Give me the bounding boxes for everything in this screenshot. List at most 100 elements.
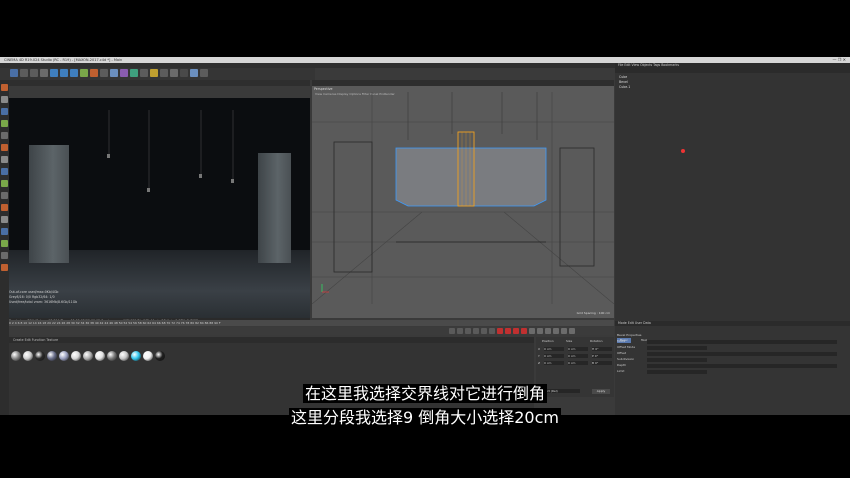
material-ball[interactable] — [59, 351, 69, 361]
playback-button[interactable] — [505, 328, 511, 334]
material-ball[interactable] — [119, 351, 129, 361]
timeline-ruler[interactable]: 0 2 4 6 8 10 12 14 16 18 20 22 24 26 28 … — [9, 320, 614, 326]
attribute-menu-text[interactable]: Mode Edit User Data — [618, 321, 651, 325]
tool-icon[interactable] — [1, 84, 8, 91]
toolbar-button[interactable] — [70, 69, 78, 77]
material-ball[interactable] — [83, 351, 93, 361]
tool-icon[interactable] — [1, 216, 8, 223]
tool-icon[interactable] — [1, 120, 8, 127]
hanging-lamp — [199, 174, 202, 178]
toolbar-button[interactable] — [190, 69, 198, 77]
hanging-lamp — [107, 154, 110, 158]
tool-icon[interactable] — [1, 180, 8, 187]
main-toolbar — [0, 68, 315, 80]
material-menu-text[interactable]: Create Edit Function Texture — [13, 338, 58, 342]
playback-button[interactable] — [521, 328, 527, 334]
toolbar-button[interactable] — [30, 69, 38, 77]
tool-icon[interactable] — [1, 192, 8, 199]
attribute-label: Offset Mode — [617, 345, 636, 349]
playback-button[interactable] — [537, 328, 543, 334]
toolbar-button[interactable] — [90, 69, 98, 77]
toolbar-button[interactable] — [40, 69, 48, 77]
playback-button[interactable] — [561, 328, 567, 334]
subtitle-text: 这里分段我选择9 倒角大小选择20cm — [288, 408, 561, 427]
playback-button[interactable] — [569, 328, 575, 334]
playback-button[interactable] — [545, 328, 551, 334]
toolbar-button[interactable] — [60, 69, 68, 77]
coord-size-field[interactable]: 0 cm — [568, 361, 588, 365]
coord-size-field[interactable]: 0 cm — [568, 347, 588, 351]
playback-button[interactable] — [465, 328, 471, 334]
playback-button[interactable] — [513, 328, 519, 334]
material-ball[interactable] — [23, 351, 33, 361]
tool-icon[interactable] — [1, 168, 8, 175]
object-manager-menu: File Edit View Objects Tags Bookmarks — [615, 63, 850, 73]
playback-button[interactable] — [553, 328, 559, 334]
playback-button[interactable] — [449, 328, 455, 334]
toolbar-button[interactable] — [180, 69, 188, 77]
tool-icon[interactable] — [1, 240, 8, 247]
coord-rot-field[interactable]: P 0° — [592, 354, 612, 358]
attribute-field[interactable] — [647, 345, 707, 350]
attribute-field[interactable] — [647, 363, 837, 368]
tool-icon[interactable] — [1, 108, 8, 115]
object-menu-text[interactable]: File Edit View Objects Tags Bookmarks — [618, 63, 679, 67]
toolbar-button[interactable] — [110, 69, 118, 77]
material-ball[interactable] — [95, 351, 105, 361]
live-viewer[interactable]: Live Viewer [RUNNING] 2 GPU(s) 1920x1080… — [9, 80, 310, 318]
material-ball[interactable] — [107, 351, 117, 361]
tool-icon[interactable] — [1, 156, 8, 163]
toolbar-button[interactable] — [200, 69, 208, 77]
coord-pos-field[interactable]: 0 cm — [544, 347, 564, 351]
coord-pos-field[interactable]: 0 cm — [544, 361, 564, 365]
coord-pos-field[interactable]: 0 cm — [544, 354, 564, 358]
playback-button[interactable] — [497, 328, 503, 334]
object-row[interactable]: Cube.1 — [619, 85, 630, 90]
tool-icon[interactable] — [1, 252, 8, 259]
tool-icon[interactable] — [1, 132, 8, 139]
toolbar-button[interactable] — [10, 69, 18, 77]
toolbar-button[interactable] — [20, 69, 28, 77]
left-tool-palette — [0, 80, 9, 415]
cursor-marker — [681, 149, 685, 153]
toolbar-button[interactable] — [80, 69, 88, 77]
hanging-lamp — [147, 188, 150, 192]
material-ball[interactable] — [155, 351, 165, 361]
wire-pillar-left — [333, 141, 373, 273]
toolbar-button[interactable] — [140, 69, 148, 77]
material-ball[interactable] — [143, 351, 153, 361]
tool-icon[interactable] — [1, 264, 8, 271]
attribute-field[interactable] — [647, 369, 707, 374]
playback-button[interactable] — [529, 328, 535, 334]
toolbar-button[interactable] — [130, 69, 138, 77]
playback-button[interactable] — [481, 328, 487, 334]
material-ball[interactable] — [71, 351, 81, 361]
toolbar-button[interactable] — [50, 69, 58, 77]
coord-rot-field[interactable]: H 0° — [592, 347, 612, 351]
tool-icon[interactable] — [1, 96, 8, 103]
coord-size-field[interactable]: 0 cm — [568, 354, 588, 358]
material-menu: Create Edit Function Texture — [9, 337, 534, 343]
playback-button[interactable] — [457, 328, 463, 334]
playback-button[interactable] — [489, 328, 495, 334]
attribute-field[interactable] — [647, 339, 837, 344]
material-ball[interactable] — [35, 351, 45, 361]
tool-icon[interactable] — [1, 144, 8, 151]
coord-rot-field[interactable]: B 0° — [592, 361, 612, 365]
attribute-field[interactable] — [647, 351, 837, 356]
toolbar-button[interactable] — [100, 69, 108, 77]
toolbar-button[interactable] — [170, 69, 178, 77]
toolbar-button[interactable] — [120, 69, 128, 77]
selected-box-object[interactable] — [395, 147, 547, 207]
tool-icon[interactable] — [1, 204, 8, 211]
playback-button[interactable] — [473, 328, 479, 334]
perspective-viewport[interactable]: View Cameras Display Options Filter Pane… — [312, 80, 614, 318]
toolbar-button[interactable] — [160, 69, 168, 77]
material-ball[interactable] — [47, 351, 57, 361]
material-ball[interactable] — [131, 351, 141, 361]
tool-icon[interactable] — [1, 228, 8, 235]
toolbar-button[interactable] — [150, 69, 158, 77]
material-ball[interactable] — [11, 351, 21, 361]
attribute-field[interactable] — [647, 357, 707, 362]
attribute-label: Bevel Properties — [617, 333, 642, 337]
